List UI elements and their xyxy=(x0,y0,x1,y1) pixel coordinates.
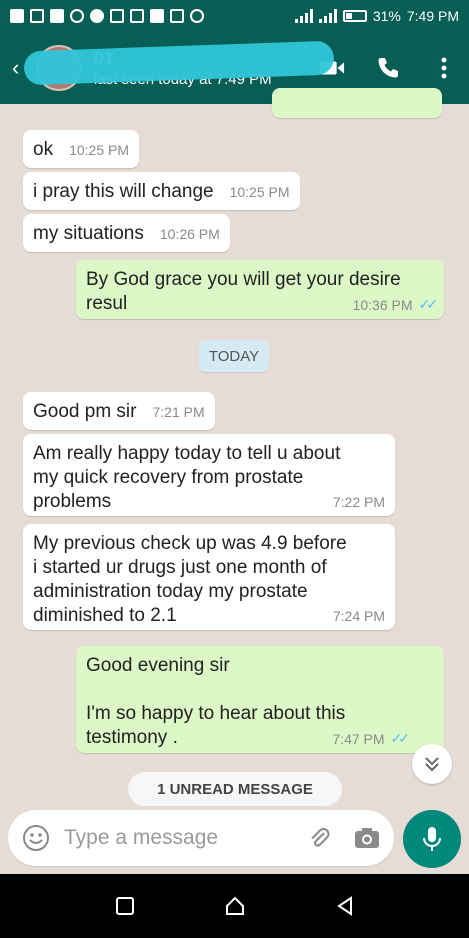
message-bubble-incoming[interactable]: ok 10:25 PM xyxy=(23,130,140,168)
twitter-icon xyxy=(150,9,164,23)
unread-messages-divider: 1 UNREAD MESSAGE xyxy=(128,772,342,806)
message-time: 10:25 PM xyxy=(69,142,130,158)
message-bubble-outgoing[interactable]: By God grace you will get your desire re… xyxy=(76,260,444,319)
more-options-icon[interactable] xyxy=(431,57,457,79)
double-chevron-down-icon xyxy=(425,757,439,772)
message-time: 7:22 PM xyxy=(332,494,385,510)
cell-signal-icon xyxy=(318,9,337,23)
message-text: my situations xyxy=(33,223,144,244)
date-separator: TODAY xyxy=(199,340,269,372)
message-bubble-outgoing[interactable]: Good evening sir I'm so happy to hear ab… xyxy=(76,646,444,753)
notification-icons xyxy=(10,9,204,23)
status-bar: 31% 7:49 PM xyxy=(0,0,469,32)
battery-percent: 31% xyxy=(372,8,401,24)
scroll-to-bottom-button[interactable] xyxy=(412,744,452,784)
message-bubble-incoming[interactable]: Am really happy today to tell u about my… xyxy=(23,434,395,516)
record-icon xyxy=(70,9,84,23)
message-time: 10:36 PM xyxy=(352,296,413,313)
gallery-icon xyxy=(130,9,144,23)
emoji-icon[interactable] xyxy=(22,824,50,852)
recent-apps-icon[interactable] xyxy=(115,896,135,916)
system-navigation-bar xyxy=(0,874,469,938)
message-time: 7:21 PM xyxy=(152,404,205,420)
back-icon[interactable] xyxy=(335,896,355,916)
camera-icon[interactable] xyxy=(354,826,380,850)
instagram-icon xyxy=(30,9,44,23)
battery-icon xyxy=(342,10,367,22)
notification-icon xyxy=(50,9,64,23)
message-list[interactable]: ok 10:25 PM i pray this will change 10:2… xyxy=(0,88,469,806)
voice-call-icon[interactable] xyxy=(375,57,401,79)
shield-icon xyxy=(190,9,204,23)
message-time: 10:26 PM xyxy=(159,226,220,242)
message-bubble-incoming[interactable]: i pray this will change 10:25 PM xyxy=(23,172,300,210)
composer-bar xyxy=(0,806,469,874)
message-time: 7:24 PM xyxy=(332,608,385,624)
partial-message-bubble xyxy=(272,88,442,118)
read-receipt-icon: ✓✓ xyxy=(390,730,411,746)
message-text: Good pm sir xyxy=(33,401,137,422)
message-bubble-incoming[interactable]: Good pm sir 7:21 PM xyxy=(23,392,215,430)
clock: 7:49 PM xyxy=(406,8,459,24)
facebook-icon xyxy=(10,9,24,23)
message-input-container[interactable] xyxy=(8,810,394,866)
message-time: 7:47 PM xyxy=(332,730,385,747)
message-text: i pray this will change xyxy=(33,181,214,202)
messenger-icon xyxy=(90,9,104,23)
voice-record-button[interactable] xyxy=(403,810,461,868)
read-receipt-icon: ✓✓ xyxy=(418,296,439,312)
message-bubble-incoming[interactable]: my situations 10:26 PM xyxy=(23,214,230,252)
home-icon[interactable] xyxy=(224,895,246,917)
wifi-signal-icon xyxy=(294,9,313,23)
message-time: 10:25 PM xyxy=(229,184,290,200)
contact-info[interactable]: 01 last seen today at 7:49 PM xyxy=(23,40,335,88)
message-input[interactable] xyxy=(64,826,264,850)
message-bubble-incoming[interactable]: My previous check up was 4.9 before i st… xyxy=(23,524,395,630)
battery-saver-icon xyxy=(170,9,184,23)
microphone-icon xyxy=(423,827,441,851)
attachment-icon[interactable] xyxy=(306,825,332,851)
sim-icon xyxy=(110,9,124,23)
message-text: ok xyxy=(33,139,54,160)
